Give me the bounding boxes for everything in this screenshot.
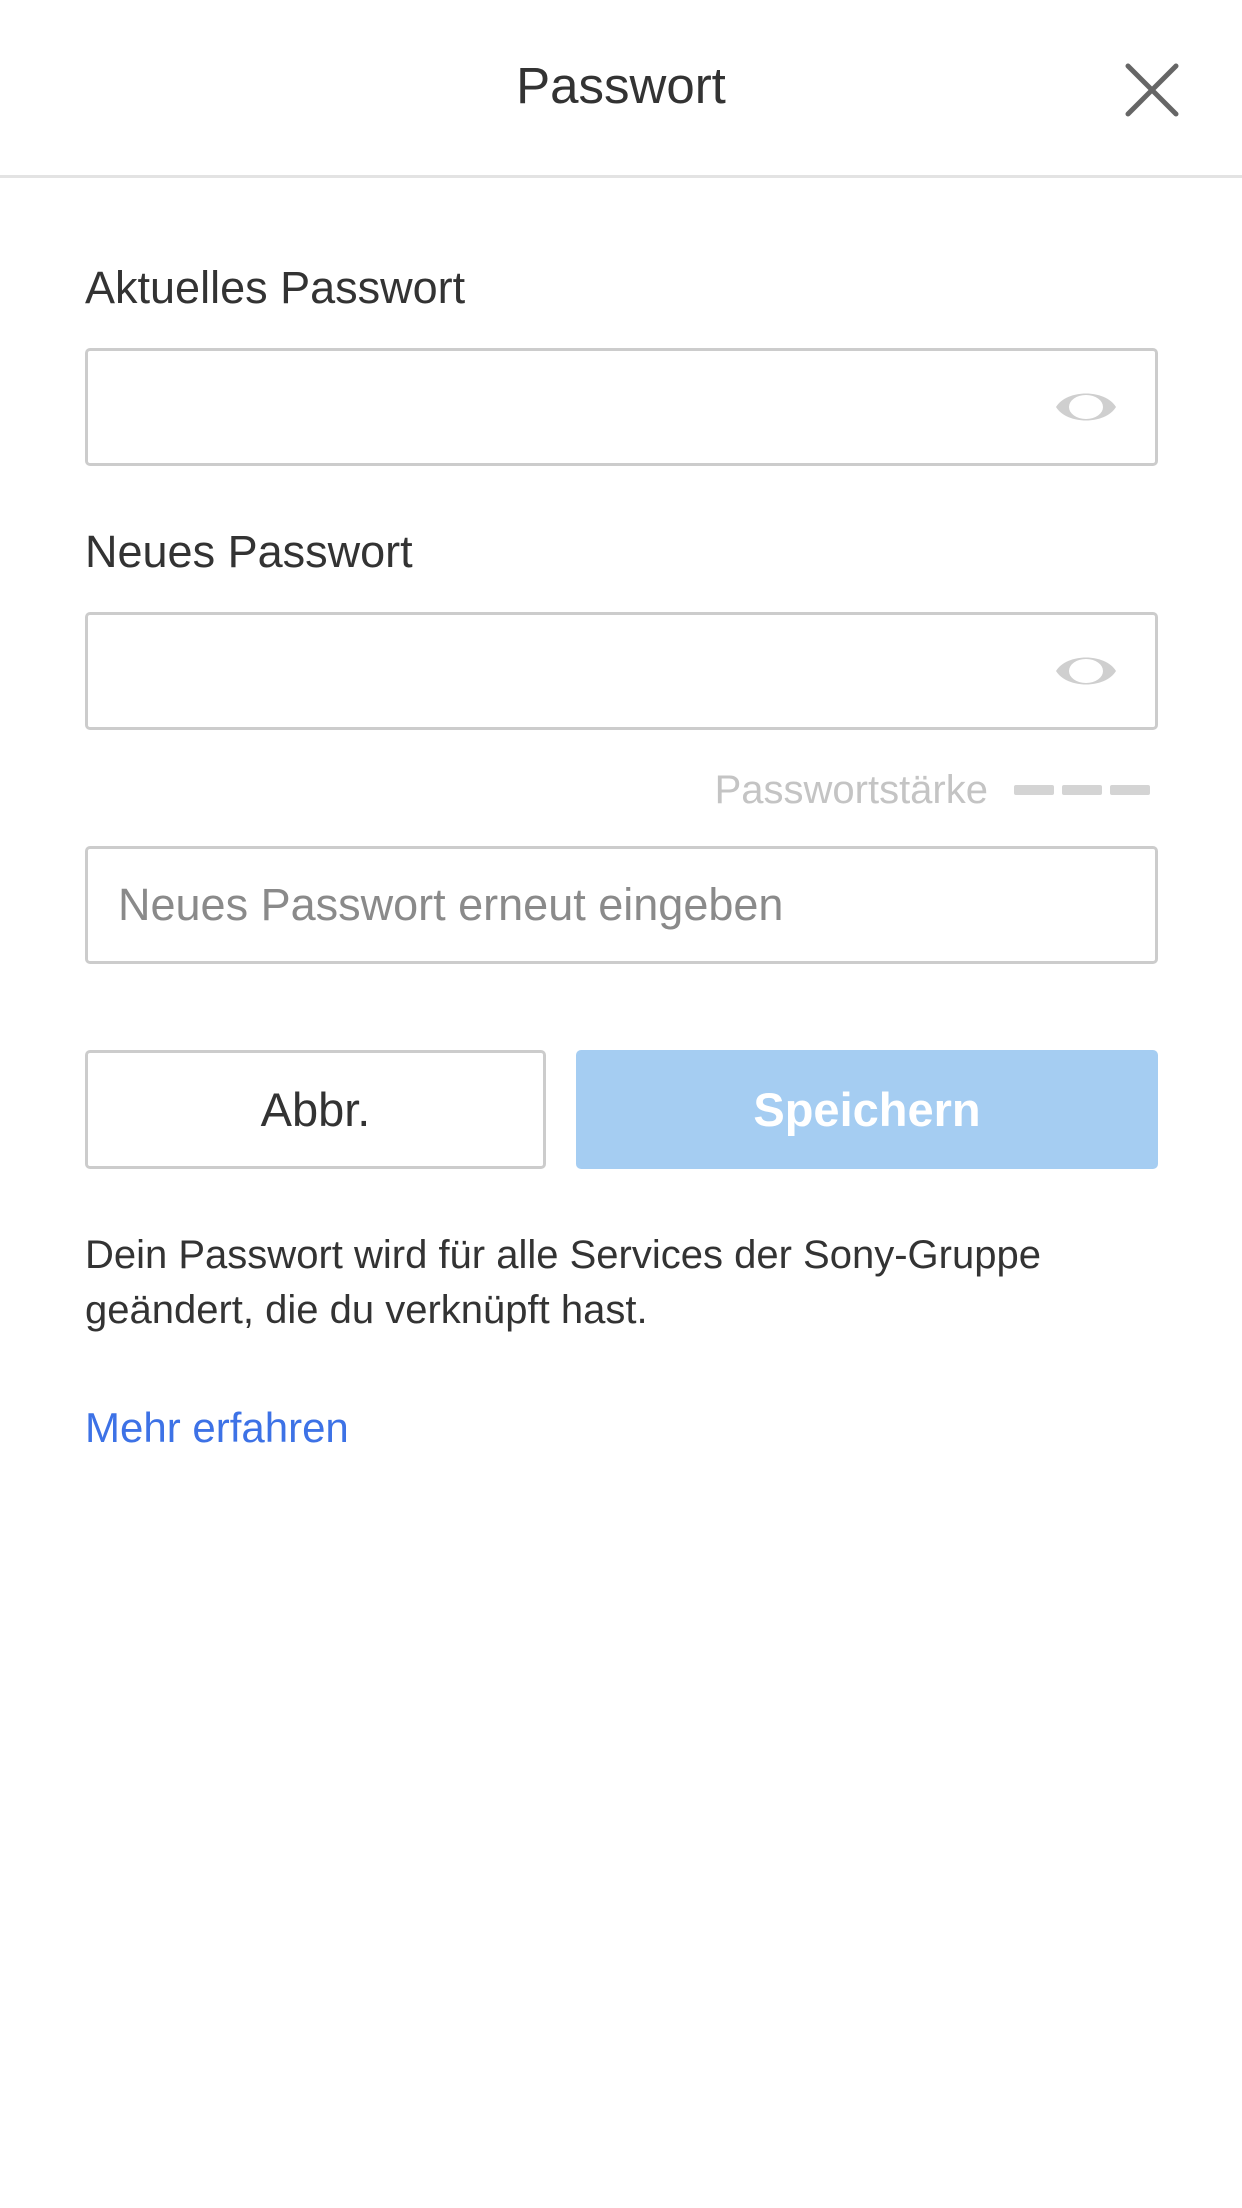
password-strength-indicator: Passwortstärke <box>715 762 1150 818</box>
confirm-password-input[interactable] <box>88 849 1155 961</box>
strength-bar <box>1014 785 1054 795</box>
confirm-password-field-wrapper <box>85 846 1158 964</box>
current-password-input[interactable] <box>88 351 1155 463</box>
cancel-button[interactable]: Abbr. <box>85 1050 546 1169</box>
eye-icon <box>1056 393 1116 421</box>
password-strength-label: Passwortstärke <box>714 768 988 812</box>
new-password-input[interactable] <box>88 615 1155 727</box>
new-password-toggle-visibility-button[interactable] <box>1053 648 1119 694</box>
current-password-field-wrapper <box>85 348 1158 466</box>
current-password-label: Aktuelles Passwort <box>85 262 466 313</box>
new-password-field-wrapper <box>85 612 1158 730</box>
close-button[interactable] <box>1120 58 1184 122</box>
new-password-label: Neues Passwort <box>85 526 413 577</box>
save-button[interactable]: Speichern <box>576 1050 1158 1169</box>
strength-bar <box>1062 785 1102 795</box>
learn-more-link[interactable]: Mehr erfahren <box>85 1400 349 1456</box>
strength-bar <box>1110 785 1150 795</box>
page-title: Passwort <box>516 57 726 114</box>
current-password-toggle-visibility-button[interactable] <box>1053 384 1119 430</box>
eye-icon <box>1056 657 1116 685</box>
dialog-header: Passwort <box>0 0 1242 178</box>
close-icon <box>1125 63 1179 117</box>
info-text: Dein Passwort wird für alle Services der… <box>85 1233 1041 1332</box>
